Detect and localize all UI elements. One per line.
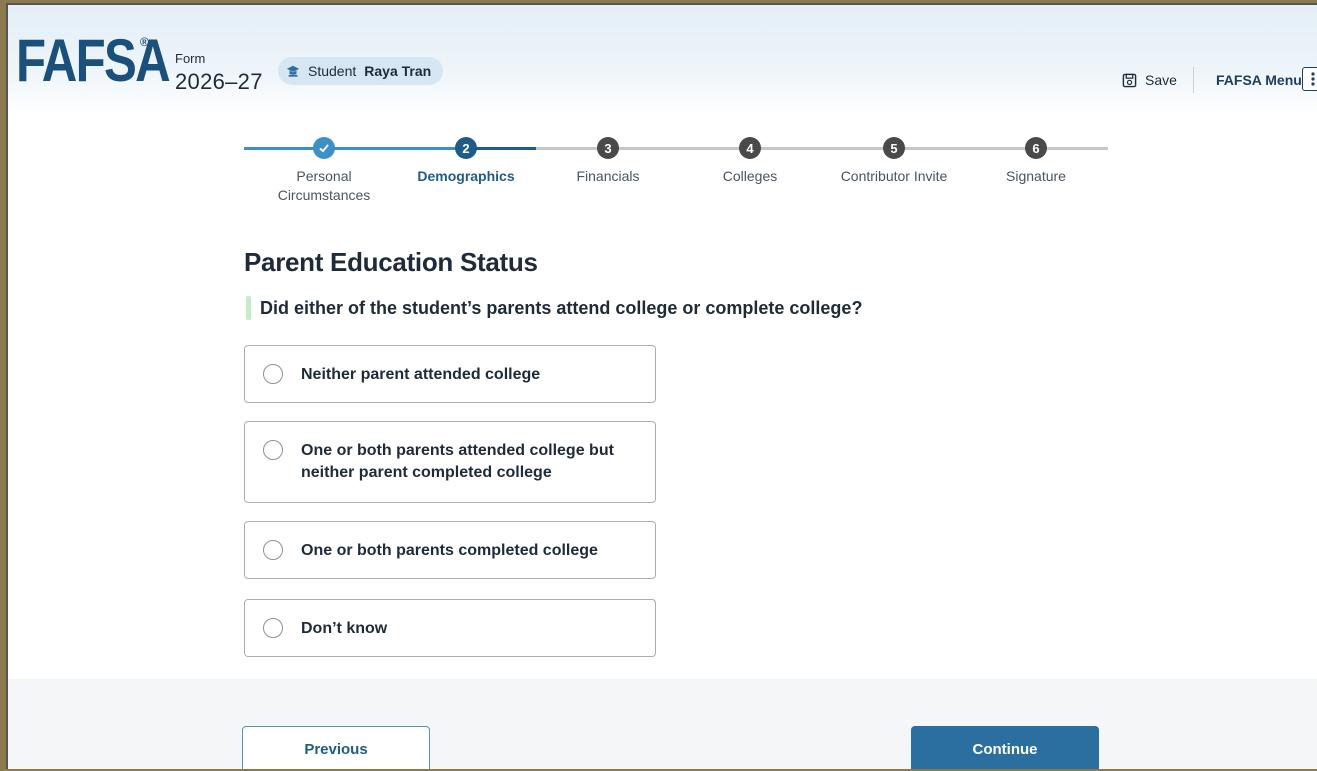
save-label: Save [1145, 72, 1177, 88]
radio-button[interactable] [263, 618, 283, 638]
fafsa-menu-label[interactable]: FAFSA Menu [1216, 72, 1302, 88]
kebab-menu-icon [1311, 72, 1315, 86]
save-button[interactable]: Save [1122, 72, 1177, 88]
option-dont-know[interactable]: Don’t know [244, 599, 656, 657]
app-window: FAFSA ® Form 2026–27 Student Raya Tran S… [6, 3, 1317, 769]
option-attended-not-completed[interactable]: One or both parents attended college but… [244, 421, 656, 503]
option-neither-attended[interactable]: Neither parent attended college [244, 345, 656, 403]
step-label-demographics: Demographics [417, 168, 515, 184]
radio-button[interactable] [263, 540, 283, 560]
graduation-cap-icon [286, 65, 300, 77]
page-title: Parent Education Status [244, 247, 538, 277]
step-2-indicator: 2 [455, 137, 477, 159]
step-3-indicator: 3 [597, 137, 619, 159]
header: FAFSA ® Form 2026–27 Student Raya Tran S… [8, 5, 1317, 115]
checkmark-icon [319, 144, 329, 153]
form-year: 2026–27 [175, 69, 263, 94]
step-label-personal-circumstances: Personal Circumstances [277, 168, 371, 203]
registered-mark: ® [140, 35, 149, 49]
student-name: Raya Tran [364, 63, 432, 79]
step-label-signature: Signature [1006, 168, 1066, 184]
step-line-upcoming [536, 147, 1108, 150]
student-badge: Student Raya Tran [278, 57, 444, 85]
option-label: One or both parents attended college but… [301, 442, 614, 481]
option-completed[interactable]: One or both parents completed college [244, 521, 656, 579]
fafsa-menu-button[interactable] [1302, 67, 1317, 91]
question-text: Did either of the student’s parents atte… [260, 298, 863, 318]
header-divider [1193, 67, 1194, 93]
step-label-contributor-invite: Contributor Invite [840, 168, 948, 184]
radio-button[interactable] [263, 364, 283, 384]
step-1-complete-indicator [313, 137, 335, 159]
step-label-financials: Financials [576, 168, 640, 184]
question-accent-bar [246, 296, 251, 320]
progress-stepper: Personal Circumstances 2 Demographics 3 … [244, 133, 1114, 213]
continue-button[interactable]: Continue [911, 726, 1099, 769]
footer-bar [8, 679, 1317, 769]
radio-button[interactable] [263, 440, 283, 460]
save-icon [1122, 73, 1137, 87]
form-label: Form [175, 51, 206, 66]
option-label: Neither parent attended college [301, 366, 541, 383]
step-6-indicator: 6 [1025, 137, 1047, 159]
step-line-complete [324, 147, 466, 150]
option-label: Don’t know [301, 620, 388, 637]
previous-button[interactable]: Previous [242, 726, 430, 769]
student-prefix: Student [308, 63, 357, 79]
step-label-colleges: Colleges [722, 168, 778, 184]
option-label: One or both parents completed college [301, 542, 598, 559]
step-5-indicator: 5 [883, 137, 905, 159]
step-4-indicator: 4 [739, 137, 761, 159]
step-line-complete [244, 147, 324, 150]
